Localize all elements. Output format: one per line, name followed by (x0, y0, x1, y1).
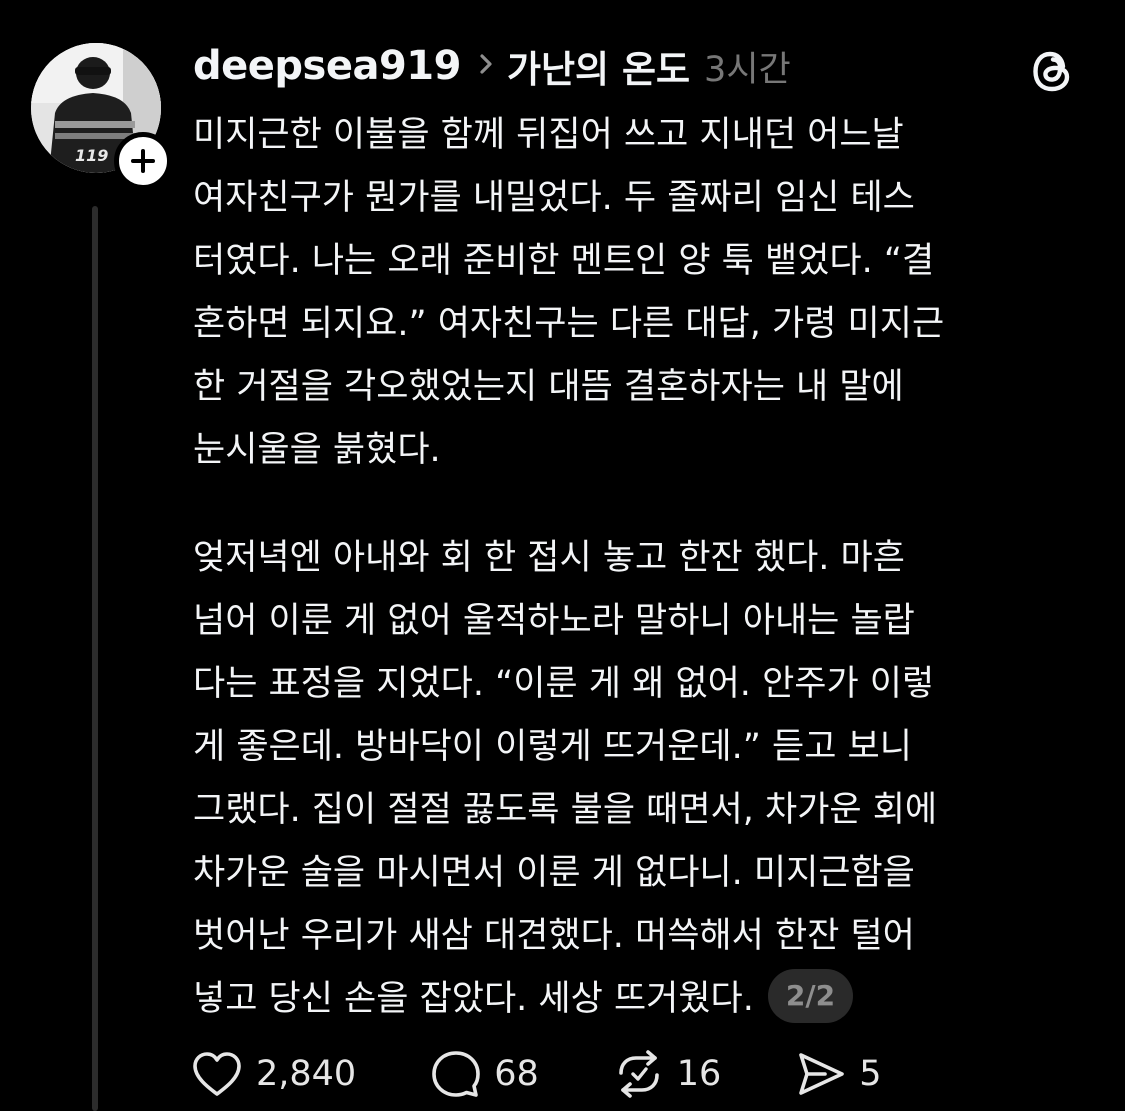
follow-button[interactable] (114, 132, 172, 190)
repost-button[interactable]: 16 (613, 1049, 722, 1099)
threads-logo-icon[interactable] (1026, 44, 1080, 98)
heart-icon (190, 1049, 244, 1099)
post-line: 차가운 술을 마시면서 이룬 게 없다니. 미지근함을 (193, 853, 915, 893)
post-line: 터였다. 나는 오래 준비한 멘트인 양 툭 뱉었다. “결 (193, 241, 935, 281)
post-line: 게 좋은데. 방바닥이 이렇게 뜨거운데.” 듣고 보니 (193, 727, 912, 767)
topic-tag[interactable]: 가난의 온도 (507, 39, 690, 93)
post-header: deepsea919 가난의 온도 3시간 (193, 38, 791, 94)
post-line: 넘어 이룬 게 없어 울적하노라 말하니 아내는 놀랍 (193, 601, 915, 641)
comment-button[interactable]: 68 (430, 1048, 539, 1100)
like-count: 2,840 (256, 1054, 357, 1094)
post-body: 미지근한 이불을 함께 뒤집어 쓰고 지내던 어느날 여자친구가 뭔가를 내밀었… (193, 104, 1093, 1031)
comment-count: 68 (494, 1054, 539, 1094)
repost-icon (613, 1049, 665, 1099)
post-line: 다는 표정을 지었다. “이룬 게 왜 없어. 안주가 이렇 (193, 664, 935, 704)
thread-line (92, 206, 98, 1111)
action-bar: 2,840 68 16 5 (190, 1048, 882, 1100)
plus-icon (131, 149, 155, 173)
post-line: 여자친구가 뭔가를 내밀었다. 두 줄짜리 임신 테스 (193, 178, 915, 218)
post-time: 3시간 (704, 49, 791, 90)
post-line: 눈시울을 붉혔다. (193, 430, 441, 470)
post-line-text: 넣고 당신 손을 잡았다. 세상 뜨거웠다. (193, 979, 754, 1019)
username[interactable]: deepsea919 (193, 43, 461, 89)
post-line: 미지근한 이불을 함께 뒤집어 쓰고 지내던 어느날 (193, 115, 904, 155)
post-line: 엊저녁엔 아내와 회 한 접시 놓고 한잔 했다. 마흔 (193, 538, 905, 578)
repost-count: 16 (676, 1054, 722, 1094)
share-count: 5 (859, 1054, 882, 1094)
chevron-right-icon (479, 53, 493, 79)
share-button[interactable]: 5 (795, 1049, 882, 1099)
comment-bubble-icon (430, 1048, 482, 1100)
post-line: 한 거절을 각오했었는지 대뜸 결혼하자는 내 말에 (193, 367, 904, 407)
post-line: 혼하면 되지요.” 여자친구는 다른 대답, 가령 미지근 (193, 304, 945, 344)
post-line-last: 넣고 당신 손을 잡았다. 세상 뜨거웠다. 2/2 (193, 968, 1093, 1031)
post-line: 그랬다. 집이 절절 끓도록 불을 때면서, 차가운 회에 (193, 790, 938, 830)
like-button[interactable]: 2,840 (190, 1049, 356, 1099)
page-indicator[interactable]: 2/2 (767, 969, 854, 1023)
svg-text:119: 119 (75, 146, 108, 165)
post-line: 벗어난 우리가 새삼 대견했다. 머쓱해서 한잔 털어 (193, 916, 915, 956)
send-icon (795, 1049, 847, 1099)
